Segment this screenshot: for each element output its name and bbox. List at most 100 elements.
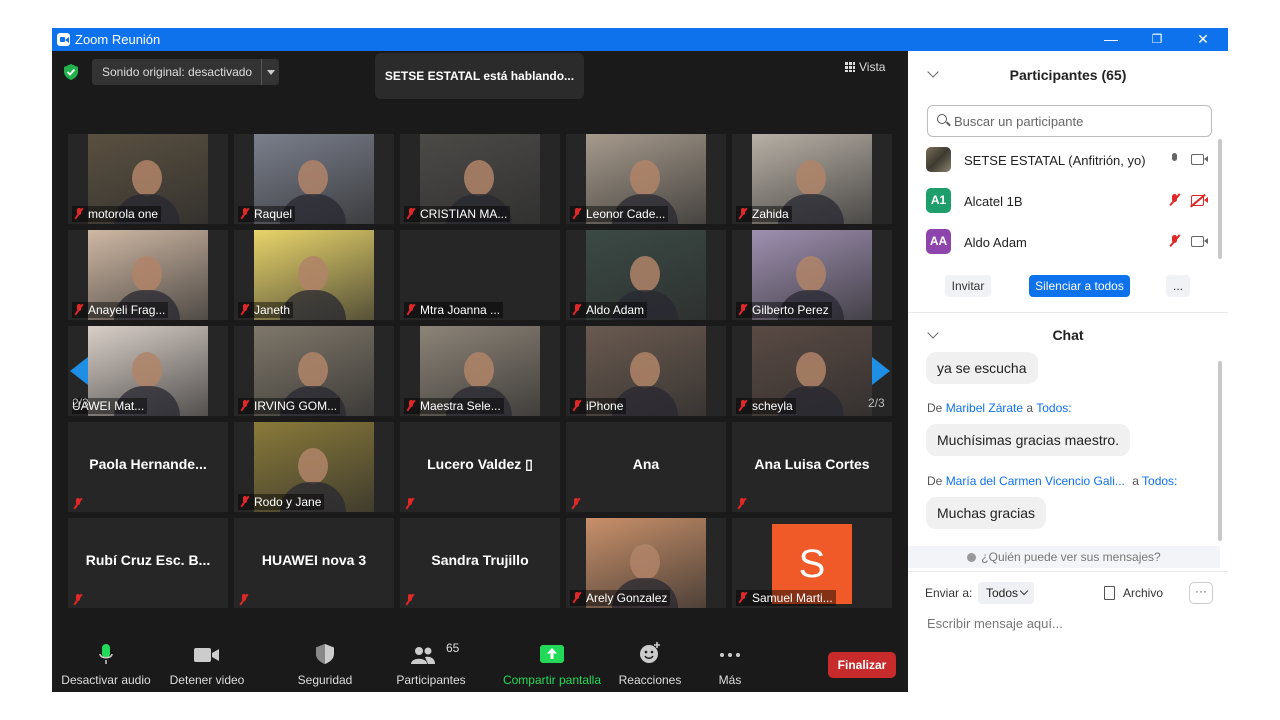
share-screen-label: Compartir pantalla — [502, 673, 602, 687]
microphone-muted-icon — [572, 208, 582, 219]
dropdown-caret-icon[interactable] — [261, 59, 279, 85]
microphone-muted-icon[interactable] — [1171, 235, 1178, 246]
end-meeting-button[interactable]: Finalizar — [828, 652, 896, 678]
video-tile[interactable]: Mtra Joanna ... — [400, 230, 560, 320]
participant-name: Rodo y Jane — [254, 495, 322, 509]
video-tile[interactable]: HUAWEI nova 3 — [234, 518, 394, 608]
participant-name-label: Mtra Joanna ... — [404, 302, 504, 318]
file-button[interactable]: Archivo — [1104, 586, 1163, 600]
video-tile[interactable]: Maestra Sele... — [400, 326, 560, 416]
reactions-label: Reacciones — [618, 673, 682, 687]
participant-search-box[interactable] — [927, 105, 1212, 137]
chat-recipient: Todos: — [1036, 401, 1072, 415]
video-tile[interactable]: UAWEI Mat... — [68, 326, 228, 416]
participants-scrollbar[interactable] — [1218, 139, 1222, 259]
video-tile[interactable]: Rodo y Jane — [234, 422, 394, 512]
video-tile[interactable]: S Samuel Marti... — [732, 518, 892, 608]
participant-search-input[interactable] — [952, 111, 1206, 131]
security-button[interactable]: Seguridad — [292, 634, 358, 692]
invite-button[interactable]: Invitar — [945, 275, 991, 297]
participant-name-label: Zahida — [736, 206, 792, 222]
chat-message-input[interactable] — [925, 612, 1219, 634]
video-tile[interactable]: Ana — [566, 422, 726, 512]
video-tile[interactable]: Anayeli Frag... — [68, 230, 228, 320]
video-tile[interactable]: Leonor Cade... — [566, 134, 726, 224]
participant-name: Alcatel 1B — [964, 194, 1023, 209]
participant-name-label: Sandra Trujillo — [431, 552, 529, 568]
video-tile[interactable]: IRVING GOM... — [234, 326, 394, 416]
chat-message: ya se escucha — [926, 352, 1038, 384]
participant-avatar — [926, 147, 951, 172]
participant-name: Mtra Joanna ... — [420, 303, 501, 317]
meeting-area: Sonido original: desactivado SETSE ESTAT… — [52, 51, 908, 692]
minimize-button[interactable]: — — [1088, 28, 1134, 51]
video-tile[interactable]: CRISTIAN MA... — [400, 134, 560, 224]
send-to-dropdown[interactable]: Todos — [978, 582, 1034, 604]
video-tile[interactable]: Rubí Cruz Esc. B... — [68, 518, 228, 608]
chat-more-button[interactable]: ··· — [1189, 582, 1213, 604]
participants-button[interactable]: 65 Participantes — [394, 634, 468, 692]
video-tile[interactable]: Ana Luisa Cortes — [732, 422, 892, 512]
video-camera-icon[interactable] — [1191, 154, 1208, 165]
participant-face — [132, 256, 162, 292]
who-can-see-note[interactable]: ¿Quién puede ver sus mensajes? — [908, 546, 1220, 568]
video-tile[interactable]: Raquel — [234, 134, 394, 224]
microphone-icon[interactable] — [1171, 153, 1178, 164]
microphone-muted-icon — [74, 208, 84, 219]
participants-more-button[interactable]: ... — [1166, 275, 1190, 297]
participant-name-label: Rodo y Jane — [238, 494, 325, 510]
participant-face — [796, 256, 826, 292]
video-tile[interactable]: Lucero Valdez ▯ — [400, 422, 560, 512]
participant-row[interactable]: SETSE ESTATAL (Anfitrión, yo) — [908, 143, 1218, 175]
chat-sender[interactable]: María del Carmen Vicencio Gali... — [946, 474, 1125, 488]
video-tile[interactable]: iPhone — [566, 326, 726, 416]
participant-face — [298, 160, 328, 196]
chat-scrollbar[interactable] — [1218, 361, 1222, 541]
participant-face — [132, 352, 162, 388]
share-screen-button[interactable]: Compartir pantalla — [500, 634, 604, 692]
participants-header: Participantes (65) — [908, 51, 1228, 97]
next-page-arrow-icon[interactable] — [872, 357, 890, 385]
video-tile[interactable]: motorola one — [68, 134, 228, 224]
microphone-muted-icon — [74, 304, 84, 315]
send-to-value: Todos — [986, 586, 1019, 600]
video-tile[interactable]: Paola Hernande... — [68, 422, 228, 512]
video-tile[interactable]: Sandra Trujillo — [400, 518, 560, 608]
video-tile[interactable]: Janeth — [234, 230, 394, 320]
participants-title: Participantes (65) — [1009, 67, 1127, 83]
mute-all-button[interactable]: Silenciar a todos — [1029, 275, 1130, 297]
participant-name: Zahida — [752, 207, 789, 221]
mute-audio-button[interactable]: Desactivar audio — [60, 634, 152, 692]
close-button[interactable]: ✕ — [1180, 28, 1226, 51]
microphone-muted-icon[interactable] — [1171, 194, 1178, 205]
restore-button[interactable]: ❐ — [1134, 28, 1180, 51]
video-tile[interactable]: Aldo Adam — [566, 230, 726, 320]
participant-row[interactable]: AA Aldo Adam — [908, 225, 1218, 257]
reactions-smiley-icon — [640, 642, 660, 663]
zoom-window: Zoom Reunión — ❐ ✕ Sonido original: desa… — [52, 28, 1228, 692]
previous-page-arrow-icon[interactable] — [70, 357, 88, 385]
participant-name: Arely Gonzalez — [586, 591, 668, 605]
microphone-muted-icon — [572, 304, 582, 315]
chat-sender[interactable]: Maribel Zárate — [946, 401, 1023, 415]
security-shield-icon[interactable] — [64, 64, 78, 80]
participant-name: IRVING GOM... — [254, 399, 338, 413]
participant-row[interactable]: A1 Alcatel 1B — [908, 184, 1218, 216]
participant-face — [464, 352, 494, 388]
microphone-muted-icon — [240, 496, 250, 507]
video-camera-icon[interactable] — [1191, 236, 1208, 247]
video-tile[interactable]: Arely Gonzalez — [566, 518, 726, 608]
stop-video-button[interactable]: Detener video — [164, 634, 250, 692]
microphone-muted-icon — [572, 400, 582, 411]
participant-name-label: CRISTIAN MA... — [404, 206, 511, 222]
participant-name: SETSE ESTATAL (Anfitrión, yo) — [964, 153, 1146, 168]
original-sound-dropdown[interactable]: Sonido original: desactivado — [92, 59, 279, 85]
more-button[interactable]: Más — [708, 634, 752, 692]
reactions-button[interactable]: Reacciones — [616, 634, 684, 692]
participant-avatar: AA — [926, 229, 951, 254]
view-button[interactable]: Vista — [845, 60, 885, 82]
video-tile[interactable]: Zahida — [732, 134, 892, 224]
video-tile[interactable]: Gilberto Perez — [732, 230, 892, 320]
video-off-icon[interactable] — [1191, 195, 1208, 206]
microphone-muted-icon — [406, 304, 416, 315]
